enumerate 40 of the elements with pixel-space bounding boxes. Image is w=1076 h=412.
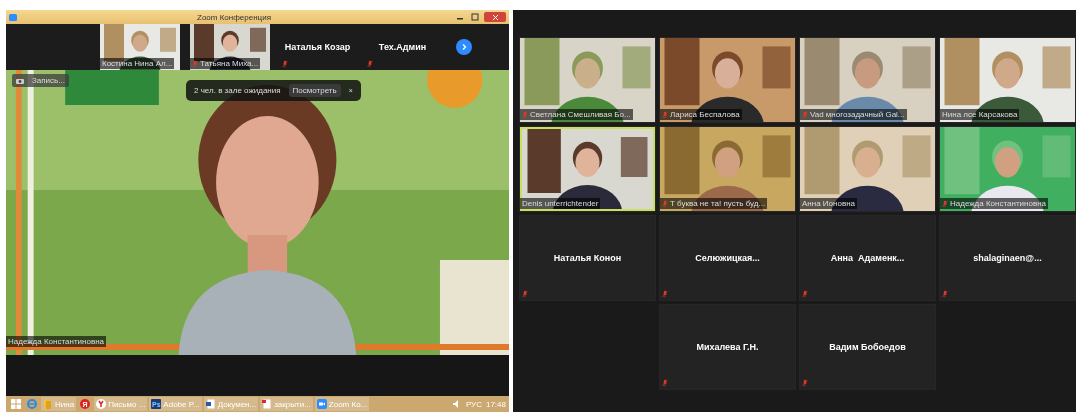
folder-icon	[43, 399, 53, 409]
document-icon	[262, 399, 273, 409]
participant-name: Анна Адаменк...	[830, 253, 905, 263]
record-button[interactable]: Запись...	[12, 74, 69, 87]
taskbar-button[interactable]: Нина	[41, 397, 77, 411]
taskbar-button[interactable]: Письмо ...	[94, 397, 148, 411]
close-icon	[492, 14, 498, 20]
close-button[interactable]	[484, 12, 506, 22]
taskbar-button[interactable]: Докумен...	[203, 397, 259, 411]
participant-label: Светлана Смешливая Бо...	[520, 109, 633, 120]
participant-label: Нина лсе Карсакова	[940, 109, 1020, 120]
browser-icon	[96, 399, 107, 409]
waiting-room-text: 2 чел. в зале ожидания	[194, 86, 281, 95]
participant-label: Vad многозадачный Gal...	[800, 109, 907, 120]
participant-name: Наталья Козар	[284, 42, 351, 52]
camera-icon	[16, 77, 24, 84]
participant-label: Надежда Константиновна	[940, 198, 1049, 209]
document-icon	[205, 399, 216, 409]
participant-label: Анна Ионовна	[800, 198, 858, 209]
video-camera-icon	[316, 399, 327, 409]
view-button[interactable]: Посмотреть	[288, 84, 341, 97]
chevron-right-icon	[460, 43, 468, 51]
window-title: Zoom Конференция	[196, 12, 272, 22]
speaker-name: Надежда Константиновна	[6, 336, 107, 347]
participant-name: Вадим Бобоедов	[829, 342, 906, 352]
taskbar-button[interactable]: Zoom Ко...	[314, 397, 370, 411]
participant-name: shalaginaen@...	[973, 253, 1042, 263]
participant-name: Наталья Конон	[553, 253, 622, 263]
participant-label: Denis unterrichtender	[520, 198, 601, 209]
next-page-button[interactable]	[456, 39, 472, 55]
participant-name: Тех.Админ	[378, 42, 427, 52]
maximize-button[interactable]	[469, 12, 481, 22]
app-icon	[9, 13, 17, 21]
language-indicator[interactable]: РУС	[465, 399, 482, 409]
participant-name: Селюжицкая...	[695, 253, 760, 263]
taskbar-button[interactable]: закрыти...	[260, 397, 313, 411]
clock[interactable]: 17:48	[485, 399, 506, 409]
participant-label: Лариса Беспалова	[660, 109, 742, 120]
participant-label: Т буква не та! пусть буд...	[660, 198, 768, 209]
participant-name: Михалева Г.Н.	[696, 342, 759, 352]
